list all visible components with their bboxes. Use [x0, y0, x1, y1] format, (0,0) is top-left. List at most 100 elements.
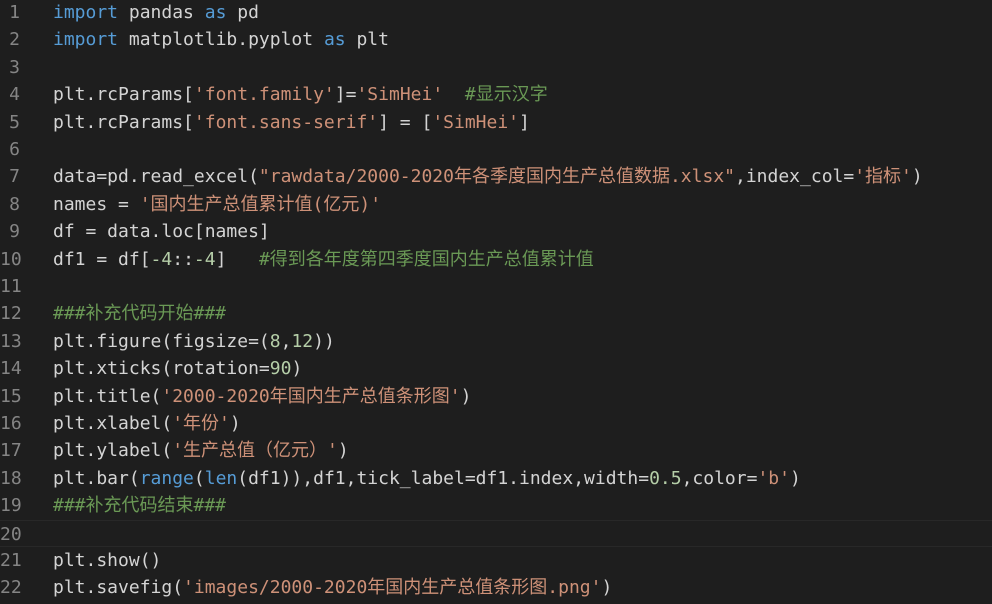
code-line[interactable]: 3 [0, 54, 992, 81]
code-token: ) [601, 577, 613, 599]
code-token: ]= [334, 84, 357, 106]
code-token: plt.figure(figsize=( [53, 330, 270, 352]
line-number: 1 [9, 2, 20, 23]
line-number: 13 [0, 330, 22, 352]
code-line[interactable]: 8 names = '国内生产总值累计值(亿元)' [0, 191, 992, 218]
code-line[interactable]: 17 plt.ylabel('生产总值（亿元）') [0, 437, 992, 464]
line-number: 12 [0, 303, 22, 325]
code-text: plt.show() [53, 547, 992, 574]
code-line[interactable]: 18 plt.bar(range(len(df1)),df1,tick_label… [0, 465, 992, 492]
code-text: import matplotlib.pyplot as plt [53, 26, 992, 53]
code-token: as [323, 29, 346, 51]
code-token: 'SimHei' [356, 84, 444, 106]
code-token: ,color= [681, 467, 758, 489]
code-token: '国内生产总值累计值(亿元)' [139, 193, 382, 215]
code-line[interactable]: 4 plt.rcParams['font.family']='SimHei' #显… [0, 81, 992, 108]
code-token: 'b' [757, 467, 790, 489]
code-line[interactable]: 20 [0, 519, 992, 547]
line-number: 6 [9, 139, 20, 160]
line-number: 18 [0, 467, 22, 489]
code-token: as [204, 2, 227, 23]
code-token: matplotlib.pyplot [118, 29, 324, 51]
code-text: ###补充代码结束### [53, 492, 992, 519]
code-text: plt.xlabel('年份') [53, 410, 992, 437]
line-number: 22 [0, 577, 22, 599]
code-text: names = '国内生产总值累计值(亿元)' [53, 191, 992, 218]
code-token: pd [226, 2, 259, 23]
code-token: '生产总值（亿元）' [172, 440, 338, 462]
code-token: len [204, 467, 238, 489]
code-token: plt.xlabel( [53, 413, 173, 434]
code-text: df1 = df[-4::-4] #得到各年度第四季度国内生产总值累计值 [53, 246, 992, 273]
code-token: -4 [193, 248, 216, 270]
code-line[interactable]: 12 ###补充代码开始### [0, 300, 992, 327]
code-token: ] = [ [378, 111, 433, 133]
code-text: import pandas as pd [53, 0, 992, 26]
code-editor[interactable]: 1 import pandas as pd 2 import matplotlib.p… [0, 0, 992, 604]
code-token: ) [789, 467, 801, 489]
line-number: 15 [0, 385, 22, 407]
code-line[interactable]: 11 [0, 273, 992, 300]
code-line[interactable]: 13 plt.figure(figsize=(8,12)) [0, 328, 992, 355]
code-token: ] [519, 111, 530, 133]
code-token: ,index_col= [735, 166, 855, 188]
code-token: plt [345, 29, 389, 51]
line-number: 4 [9, 84, 20, 106]
code-token: df = data.loc[names] [53, 221, 270, 243]
code-token: plt.rcParams[ [53, 84, 194, 106]
line-number: 21 [0, 550, 22, 571]
code-text: plt.xticks(rotation=90) [53, 355, 992, 382]
code-text: plt.rcParams['font.sans-serif'] = ['SimH… [53, 109, 992, 136]
code-line[interactable]: 9 df = data.loc[names] [0, 218, 992, 245]
code-token: df1 = df[ [53, 248, 151, 270]
code-token: names = [53, 193, 140, 215]
code-text: df = data.loc[names] [53, 218, 992, 245]
line-number: 16 [0, 413, 22, 434]
line-number: 8 [9, 193, 20, 215]
code-text: plt.rcParams['font.family']='SimHei' #显示… [53, 81, 992, 108]
code-token: pandas [118, 2, 205, 23]
code-line[interactable]: 7 data=pd.read_excel("rawdata/2000-2020年各… [0, 163, 992, 190]
code-token: data=pd.read_excel( [53, 166, 259, 188]
code-text: data=pd.read_excel("rawdata/2000-2020年各季… [53, 163, 992, 190]
code-line[interactable]: 15 plt.title('2000-2020年国内生产总值条形图') [0, 383, 992, 410]
code-token: '年份' [172, 413, 230, 434]
code-line[interactable]: 6 [0, 136, 992, 163]
code-token: plt.bar( [53, 467, 140, 489]
line-number: 10 [0, 248, 22, 270]
code-line[interactable]: 22 plt.savefig('images/2000-2020年国内生产总值条形… [0, 574, 992, 601]
code-token: ) [337, 440, 349, 462]
code-line[interactable]: 5 plt.rcParams['font.sans-serif'] = ['Sim… [0, 109, 992, 136]
code-token: plt.savefig( [53, 577, 184, 599]
code-line[interactable]: 21 plt.show() [0, 547, 992, 574]
line-number: 11 [0, 276, 22, 297]
code-line[interactable]: 10 df1 = df[-4::-4] #得到各年度第四季度国内生产总值累计值 [0, 246, 992, 273]
code-token: (df1)),df1,tick_label=df1.index,width= [237, 467, 650, 489]
code-line[interactable]: 2 import matplotlib.pyplot as plt [0, 26, 992, 53]
code-token: 'font.sans-serif' [193, 111, 379, 133]
code-token: 'images/2000-2020年国内生产总值条形图.png' [183, 577, 602, 599]
code-line[interactable]: 1 import pandas as pd [0, 0, 992, 26]
code-line[interactable]: 16 plt.xlabel('年份') [0, 410, 992, 437]
code-line[interactable]: 14 plt.xticks(rotation=90) [0, 355, 992, 382]
code-token: ) [911, 166, 923, 188]
line-number: 5 [9, 111, 20, 133]
code-token: ( [193, 467, 205, 489]
code-token: plt.xticks(rotation= [53, 358, 270, 380]
code-token: 12 [291, 330, 314, 352]
code-text: plt.title('2000-2020年国内生产总值条形图') [53, 383, 992, 410]
code-token: '指标' [854, 166, 912, 188]
code-token: 90 [269, 358, 292, 380]
code-token: :: [172, 248, 194, 270]
code-token: 0.5 [649, 467, 682, 489]
code-token: ###补充代码开始### [53, 303, 227, 325]
line-number: 2 [9, 29, 20, 51]
code-token: import [53, 2, 119, 23]
line-number: 20 [0, 523, 22, 545]
code-token: range [139, 467, 194, 489]
code-token: plt.rcParams[ [53, 111, 194, 133]
code-token: 8 [269, 330, 281, 352]
code-line[interactable]: 19 ###补充代码结束### [0, 492, 992, 519]
code-token: 'font.family' [193, 84, 335, 106]
